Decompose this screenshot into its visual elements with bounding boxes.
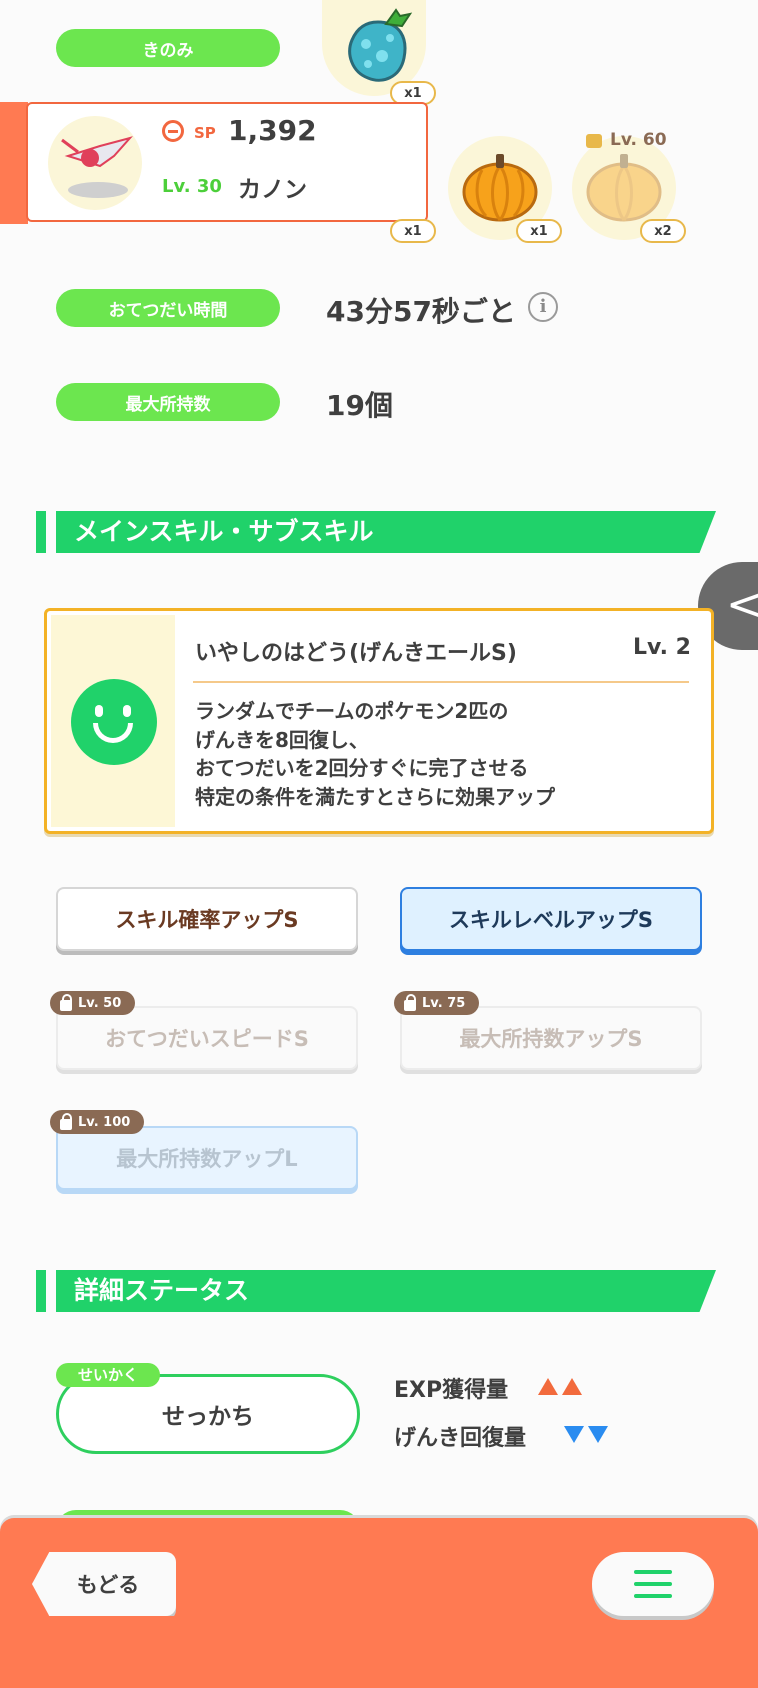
lock-level-badge: Lv. 50 <box>50 991 136 1015</box>
max-carry-label: 最大所持数 <box>56 383 280 421</box>
details-section-header: 詳細ステータス <box>36 1270 716 1312</box>
menu-button[interactable] <box>592 1552 714 1616</box>
back-button-label: もどる <box>76 1573 140 1597</box>
chevron-left-icon: < <box>726 579 758 630</box>
down-arrows-icon <box>564 1426 612 1447</box>
sp-label: SP <box>194 124 216 142</box>
lock-icon <box>60 1112 72 1130</box>
help-time-label: おてつだい時間 <box>56 289 280 327</box>
sub-skill-button-locked[interactable]: 最大所持数アップS <box>400 1006 702 1070</box>
sp-value: 1,392 <box>228 114 317 147</box>
berry-label: きのみ <box>56 29 280 67</box>
pokemon-avatar <box>48 116 142 210</box>
main-skill-level: Lv. 2 <box>633 635 691 660</box>
hamburger-menu-icon <box>634 1570 672 1598</box>
latias-icon <box>61 136 133 198</box>
skills-section-title: メインスキル・サブスキル <box>74 517 374 546</box>
help-time-value: 43分57秒ごと <box>326 295 516 328</box>
up-arrows-icon <box>538 1378 586 1399</box>
sub-skill-button[interactable]: スキルレベルアップS <box>400 887 702 951</box>
pokemon-level: Lv. 30 <box>162 176 222 197</box>
pumpkin-icon <box>462 154 538 222</box>
details-section-title: 詳細ステータス <box>74 1276 250 1305</box>
max-carry-value: 19個 <box>326 389 393 422</box>
main-skill-divider <box>193 681 689 683</box>
main-skill-card[interactable]: いやしのはどう(げんきエールS) Lv. 2 ランダムでチームのポケモン2匹の … <box>44 608 714 834</box>
pokeball-icon <box>162 120 184 142</box>
ingredient-lock-level: Lv. 60 <box>610 130 667 150</box>
sub-skill-button[interactable]: スキル確率アップS <box>56 887 358 951</box>
main-skill-description: ランダムでチームのポケモン2匹の げんきを8回復し、 おてつだいを2回分すぐに完… <box>195 699 555 809</box>
pokemon-name: カノン <box>238 177 307 203</box>
berry-icon[interactable] <box>338 8 418 86</box>
info-icon[interactable]: i <box>528 292 558 322</box>
nature-down-label: げんき回復量 <box>394 1426 527 1451</box>
back-button[interactable]: もどる <box>32 1552 176 1616</box>
lock-icon <box>60 993 72 1011</box>
sub-skill-button-locked[interactable]: おてつだいスピードS <box>56 1006 358 1070</box>
pokemon-card[interactable]: SP 1,392 Lv. 30 カノン <box>26 102 428 222</box>
lock-icon <box>586 134 602 148</box>
skills-section-header: メインスキル・サブスキル <box>36 511 716 553</box>
nature-tag: せいかく <box>56 1363 160 1387</box>
sub-skill-button-locked[interactable]: 最大所持数アップL <box>56 1126 358 1190</box>
lock-level-badge: Lv. 100 <box>50 1110 145 1134</box>
ingredient-count: x1 <box>390 219 436 243</box>
pumpkin-locked-icon <box>586 154 662 222</box>
lock-icon <box>404 993 416 1011</box>
pokemon-card-accent <box>0 102 28 224</box>
nature-up-label: EXP獲得量 <box>394 1378 509 1403</box>
smile-icon <box>71 679 157 765</box>
ingredient-count: x2 <box>640 219 686 243</box>
main-skill-name: いやしのはどう(げんきエールS) <box>195 641 517 666</box>
lock-level-badge: Lv. 75 <box>394 991 480 1015</box>
nature-value: せっかち <box>162 1404 254 1430</box>
ingredient-count: x1 <box>516 219 562 243</box>
